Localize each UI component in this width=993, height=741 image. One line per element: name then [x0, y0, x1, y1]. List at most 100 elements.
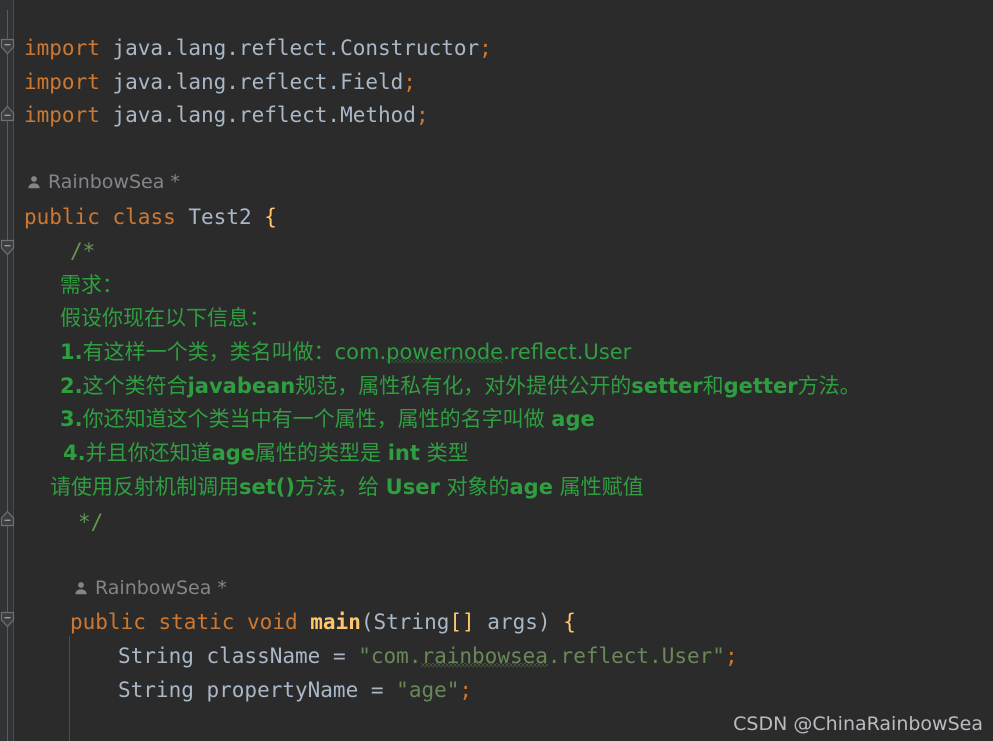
code-line-import: import java.lang.reflect.Method; [24, 98, 429, 132]
string-quote-close: " [712, 644, 725, 668]
string-head: age [408, 678, 447, 702]
indent-guide [69, 636, 70, 741]
import-path: java.lang.reflect.Constructor [99, 36, 480, 60]
keyword-public: public [24, 205, 100, 229]
comment-text: 规范，属性私有化，对外提供公开的 [295, 374, 632, 398]
comment-text: 假设你现在以下信息： [60, 306, 270, 330]
keyword-static: static [158, 610, 235, 634]
code-line-comment: 需求： [60, 268, 123, 302]
open-brace: { [264, 205, 277, 229]
vcs-author-name: RainbowSea [48, 171, 165, 193]
fold-region-line [7, 627, 8, 741]
fold-region-line [7, 54, 8, 106]
fold-marker-expanded-start[interactable] [0, 611, 15, 628]
fold-marker-expanded-start[interactable] [0, 38, 15, 55]
comment-emphasis: setter [631, 374, 703, 398]
code-line-statement: String className = "com.rainbowsea.refle… [118, 639, 738, 673]
comment-emphasis: set() [239, 475, 295, 499]
fold-marker-expanded-end[interactable] [0, 510, 15, 527]
variable-name: propertyName [193, 678, 371, 702]
comment-code-tail: .reflect.User [503, 340, 632, 364]
comment-list-number: 4. [63, 441, 86, 465]
comment-emphasis: age [211, 441, 256, 465]
comment-list-number: 3. [60, 407, 83, 431]
semicolon: ; [415, 103, 429, 127]
comment-text: 方法。 [797, 374, 861, 398]
string-head: com. [370, 644, 422, 668]
keyword-void: void [247, 610, 298, 634]
person-icon [26, 169, 42, 199]
assign-operator: = [370, 678, 397, 702]
comment-open: /* [70, 239, 96, 263]
close-paren: ) [537, 610, 551, 634]
code-line-comment: 请使用反射机制调用set()方法，给 User 对象的age 属性赋值 [50, 470, 644, 504]
comment-emphasis: age [509, 475, 553, 499]
fold-region-line [7, 254, 8, 511]
comment-text: 属性赋值 [552, 475, 644, 499]
semicolon: ; [403, 70, 416, 94]
keyword-public: public [70, 610, 146, 634]
comment-emphasis: int [387, 441, 420, 465]
code-editor[interactable]: import java.lang.reflect.Constructor; im… [0, 0, 993, 741]
vcs-author-hint[interactable]: RainbowSea * [73, 573, 227, 603]
type-string: String [118, 644, 194, 668]
string-quote-open: " [396, 678, 409, 702]
code-line-import: import java.lang.reflect.Constructor; [24, 31, 492, 65]
import-path: java.lang.reflect.Method [99, 103, 416, 127]
array-brackets: [] [449, 610, 475, 634]
string-quote-close: " [446, 678, 460, 702]
comment-typo-word: powernode [386, 340, 504, 364]
open-paren: ( [360, 610, 374, 634]
open-brace: { [563, 610, 576, 634]
comment-text: 请使用反射机制调用 [50, 475, 239, 499]
string-quote-open: " [358, 644, 371, 668]
comment-text: 有这样一个类，类名叫做： [82, 340, 335, 364]
comment-text: 和 [702, 374, 724, 398]
string-typo-word: rainbowsea [421, 644, 548, 668]
keyword-class: class [112, 205, 176, 229]
vcs-author-hint[interactable]: RainbowSea * [26, 167, 180, 197]
comment-emphasis: User [385, 475, 440, 499]
code-area[interactable]: import java.lang.reflect.Constructor; im… [0, 0, 993, 741]
fold-marker-expanded-start[interactable] [0, 239, 15, 256]
comment-text: 这个类符合 [82, 374, 188, 398]
semicolon: ; [724, 644, 738, 668]
code-line-import: import java.lang.reflect.Field; [24, 65, 416, 99]
code-line-comment: 3.你还知道这个类当中有一个属性，属性的名字叫做 age [60, 402, 595, 436]
comment-emphasis: javabean [187, 374, 296, 398]
fold-region-line [7, 525, 8, 612]
fold-region-line [7, 10, 8, 40]
vcs-star: * [217, 577, 227, 599]
comment-emphasis: getter [723, 374, 798, 398]
code-line-comment-close: */ [78, 505, 103, 539]
comment-text: 方法，给 [294, 475, 386, 499]
import-path: java.lang.reflect.Field [99, 70, 404, 94]
method-name-main: main [310, 610, 361, 634]
comment-text: 属性的类型是 [255, 441, 388, 465]
keyword-import: import [24, 70, 100, 94]
fold-marker-expanded-end[interactable] [0, 105, 15, 122]
comment-text: 对象的 [439, 475, 510, 499]
comment-text: 需求： [60, 273, 123, 297]
param-type: String [373, 610, 450, 634]
variable-name: className [193, 644, 333, 668]
comment-code-head: com. [334, 340, 387, 364]
fold-region-line [7, 120, 8, 240]
assign-operator: = [332, 644, 359, 668]
comment-text: 类型 [419, 441, 469, 465]
comment-list-number: 1. [60, 340, 83, 364]
keyword-import: import [24, 36, 100, 60]
type-string: String [118, 678, 194, 702]
code-line-main-decl: public static void main(String[] args) { [70, 605, 576, 639]
comment-list-number: 2. [60, 374, 83, 398]
semicolon: ; [459, 678, 473, 702]
csdn-watermark: CSDN @ChinaRainbowSea [733, 713, 983, 735]
class-name: Test2 [188, 205, 252, 229]
code-line-class-decl: public class Test2 { [24, 200, 277, 234]
code-line-comment: 2.这个类符合javabean规范，属性私有化，对外提供公开的setter和ge… [60, 369, 861, 403]
